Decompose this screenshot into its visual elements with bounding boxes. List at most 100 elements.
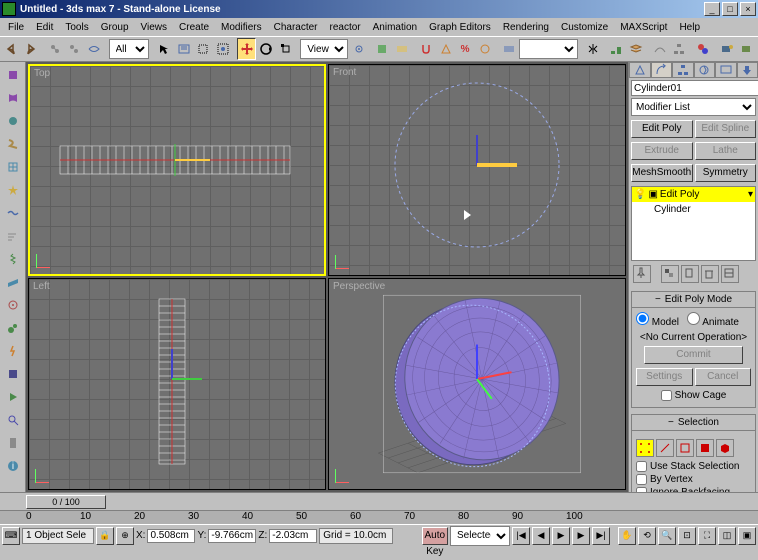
menu-rendering[interactable]: Rendering: [497, 20, 555, 35]
menu-customize[interactable]: Customize: [555, 20, 614, 35]
tab-display[interactable]: [715, 62, 737, 77]
cancel-button[interactable]: Cancel: [695, 368, 752, 386]
reactor-soft-button[interactable]: [2, 110, 24, 132]
menu-create[interactable]: Create: [173, 20, 215, 35]
align-button[interactable]: [607, 38, 626, 60]
stack-item-editpoly[interactable]: 💡 ▣ Edit Poly ▾: [632, 187, 755, 202]
reactor-preview-button[interactable]: [2, 386, 24, 408]
script-listener-button[interactable]: ⌨: [2, 527, 20, 545]
time-slider[interactable]: 0 / 100: [0, 492, 758, 510]
layers-button[interactable]: [627, 38, 646, 60]
menu-tools[interactable]: Tools: [59, 20, 94, 35]
editspline-button[interactable]: Edit Spline: [695, 120, 757, 138]
select-move-button[interactable]: [237, 38, 256, 60]
menu-help[interactable]: Help: [673, 20, 706, 35]
reactor-cloth-button[interactable]: [2, 87, 24, 109]
z-coord-spinner[interactable]: [269, 529, 317, 543]
menu-modifiers[interactable]: Modifiers: [215, 20, 268, 35]
modifier-stack[interactable]: 💡 ▣ Edit Poly ▾ Cylinder: [631, 186, 756, 261]
symmetry-button[interactable]: Symmetry: [695, 164, 757, 182]
keyboard-shortcut-button[interactable]: [393, 38, 412, 60]
goto-end-button[interactable]: ▶|: [592, 527, 610, 545]
reactor-create-button[interactable]: [2, 363, 24, 385]
prev-frame-button[interactable]: ◀: [532, 527, 550, 545]
tab-modify[interactable]: [651, 62, 673, 77]
maximize-button[interactable]: □: [722, 2, 738, 16]
reactor-rigid-button[interactable]: [2, 64, 24, 86]
link-button[interactable]: [45, 38, 64, 60]
goto-start-button[interactable]: |◀: [512, 527, 530, 545]
spinner-snap-button[interactable]: [475, 38, 494, 60]
reactor-star-button[interactable]: [2, 179, 24, 201]
reactor-plane-button[interactable]: [2, 271, 24, 293]
remove-modifier-button[interactable]: [701, 265, 719, 283]
configure-sets-button[interactable]: [721, 265, 739, 283]
unlink-button[interactable]: [65, 38, 84, 60]
editpoly-button[interactable]: Edit Poly: [631, 120, 693, 138]
radio-animate[interactable]: Animate: [687, 312, 739, 328]
reactor-water-button[interactable]: [2, 202, 24, 224]
percent-snap-button[interactable]: %: [456, 38, 475, 60]
menu-file[interactable]: File: [2, 20, 30, 35]
play-button[interactable]: ▶: [552, 527, 570, 545]
reactor-motor-button[interactable]: [2, 294, 24, 316]
pin-stack-button[interactable]: [633, 265, 651, 283]
subobj-vertex-button[interactable]: [636, 439, 654, 457]
lock-selection-button[interactable]: 🔒: [96, 527, 114, 545]
named-selection-dropdown[interactable]: [519, 39, 578, 59]
autokey-button[interactable]: Auto Key: [422, 527, 448, 545]
viewport-top[interactable]: Top: [28, 64, 326, 276]
pan-view-button[interactable]: ✋: [618, 527, 636, 545]
named-selection-button[interactable]: [499, 38, 518, 60]
tab-hierarchy[interactable]: [672, 62, 694, 77]
menu-group[interactable]: Group: [95, 20, 135, 35]
redo-button[interactable]: [22, 38, 41, 60]
modifier-list-dropdown[interactable]: Modifier List: [631, 98, 756, 116]
reactor-about-button[interactable]: i: [2, 455, 24, 477]
schematic-view-button[interactable]: [670, 38, 689, 60]
undo-button[interactable]: [2, 38, 21, 60]
show-end-result-button[interactable]: [661, 265, 679, 283]
zoom-button[interactable]: 🔍: [658, 527, 676, 545]
reactor-analyze-button[interactable]: [2, 409, 24, 431]
min-max-toggle-button[interactable]: ▣: [738, 527, 756, 545]
menu-grapheditors[interactable]: Graph Editors: [423, 20, 497, 35]
meshsmooth-button[interactable]: MeshSmooth: [631, 164, 693, 182]
minimize-button[interactable]: _: [704, 2, 720, 16]
zoom-extents-button[interactable]: ⛶: [698, 527, 716, 545]
tab-utilities[interactable]: [737, 62, 758, 77]
bind-spacewarp-button[interactable]: [85, 38, 104, 60]
menu-character[interactable]: Character: [268, 20, 324, 35]
make-unique-button[interactable]: [681, 265, 699, 283]
curve-editor-button[interactable]: [651, 38, 670, 60]
snap-toggle-button[interactable]: [417, 38, 436, 60]
menu-views[interactable]: Views: [135, 20, 174, 35]
menu-edit[interactable]: Edit: [30, 20, 59, 35]
tab-motion[interactable]: [694, 62, 716, 77]
angle-snap-button[interactable]: [436, 38, 455, 60]
commit-button[interactable]: Commit: [644, 346, 743, 364]
x-coord-spinner[interactable]: [147, 529, 195, 543]
by-vertex-checkbox[interactable]: [636, 474, 647, 485]
quick-render-button[interactable]: [738, 38, 757, 60]
reactor-fracture-button[interactable]: [2, 340, 24, 362]
menu-reactor[interactable]: reactor: [324, 20, 367, 35]
reactor-spring-button[interactable]: [2, 248, 24, 270]
lathe-button[interactable]: Lathe: [695, 142, 757, 160]
y-coord-spinner[interactable]: [208, 529, 256, 543]
time-slider-handle[interactable]: 0 / 100: [26, 495, 106, 509]
radio-model[interactable]: Model: [636, 312, 679, 328]
select-scale-button[interactable]: [276, 38, 295, 60]
viewport-front[interactable]: Front: [328, 64, 626, 276]
reactor-mesh-button[interactable]: [2, 156, 24, 178]
settings-button[interactable]: Settings: [636, 368, 693, 386]
next-frame-button[interactable]: ▶: [572, 527, 590, 545]
absolute-mode-button[interactable]: ⊕: [116, 527, 134, 545]
subobj-edge-button[interactable]: [656, 439, 674, 457]
manipulate-button[interactable]: [373, 38, 392, 60]
ref-coord-dropdown[interactable]: View: [300, 39, 348, 59]
use-stack-sel-checkbox[interactable]: [636, 461, 647, 472]
select-region-button[interactable]: [194, 38, 213, 60]
selection-filter-dropdown[interactable]: All: [109, 39, 150, 59]
subobj-polygon-button[interactable]: [696, 439, 714, 457]
